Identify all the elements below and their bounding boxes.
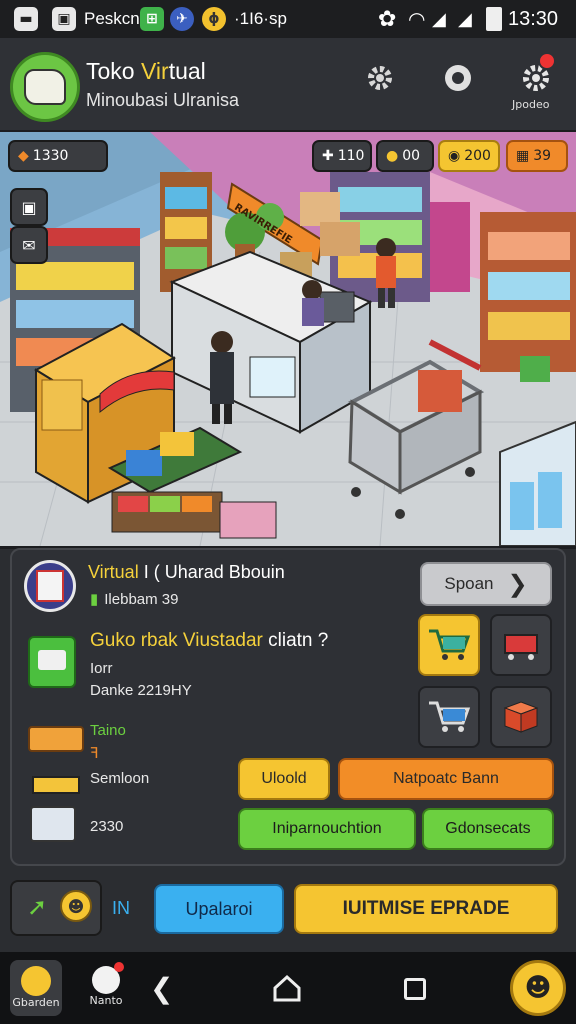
notes-tab[interactable]: Nanto	[84, 962, 128, 1018]
notification-badge	[538, 52, 556, 70]
resource-pill-coin[interactable]: ● 00	[376, 140, 434, 172]
signal-icon: ◢	[432, 8, 446, 30]
status-app-label: Peskcn	[84, 9, 140, 28]
bar-icon	[32, 776, 80, 794]
resource-value: 200	[464, 148, 491, 164]
feature-title: Guko rbak Viustadar cliatn ?	[90, 630, 329, 651]
blue-cart-icon	[429, 701, 471, 732]
settings-label: Jpodeo	[512, 98, 550, 111]
cart-tile-yellow[interactable]	[418, 614, 480, 676]
resource-pill-crate[interactable]: ▦ 39	[506, 140, 568, 172]
crate-tile[interactable]	[490, 686, 552, 748]
camera-button[interactable]: ▣	[10, 188, 48, 226]
plane-icon: ✈	[170, 6, 194, 32]
status-extra-text: ·1I6·sp	[234, 9, 287, 28]
mascot-icon[interactable]: ☻	[510, 960, 566, 1016]
gallery-icon: ▣	[52, 6, 76, 32]
face-icon[interactable]: ☻	[60, 890, 92, 922]
back-icon[interactable]: ❮	[150, 972, 173, 1005]
resource-value: 39	[533, 148, 552, 164]
feature-line2: Danke 2219HY	[90, 682, 192, 699]
app-subtitle: Minoubasi Ulranisa	[86, 90, 240, 110]
crate-icon: ▦	[516, 148, 530, 164]
mail-button[interactable]: ✉	[10, 226, 48, 264]
app-header: Toko Virtual Minoubasi Ulranisa	[0, 38, 576, 132]
store-logo[interactable]	[10, 52, 80, 122]
wifi-icon: ◠	[408, 7, 426, 31]
dice-icon: ◆	[18, 148, 29, 164]
box-icon	[30, 806, 76, 842]
resource-pill-dice[interactable]: ◆ 1330	[8, 140, 108, 172]
store-avatar	[24, 560, 76, 612]
tray-icon	[28, 712, 84, 754]
chevron-right-icon: ❯	[507, 570, 528, 598]
upgrade-small-button[interactable]: Upalaroi	[154, 884, 284, 934]
store-panel: Virtual I ( Uharad Bbouin ▮ Ilebbam 39 S…	[10, 548, 566, 866]
action-bar: ➚ ☻ IN Upalaroi IUITMISE EPRADE	[10, 880, 566, 940]
nav-bar: Gbarden Nanto ❮ ☻	[0, 952, 576, 1024]
status-bar: ▬ ▣ Peskcn ⊞ ✈ ɸ ·1I6·sp ✿ ◠ ◢ ◢ 13:30	[0, 0, 576, 38]
camera-icon: ▣	[21, 197, 37, 217]
record-icon[interactable]	[438, 58, 478, 98]
signal2-icon: ◢	[458, 8, 472, 30]
resource-value: 1330	[32, 148, 69, 164]
mail-icon: ✉	[22, 235, 36, 255]
gear-icon[interactable]	[360, 58, 400, 98]
notes-icon	[92, 962, 124, 994]
garden-tab-label: Gbarden	[12, 996, 60, 1009]
feature-line1: Iorr	[90, 660, 113, 677]
chicken-icon	[21, 966, 51, 996]
spin-button[interactable]: Spoan ❯	[420, 562, 552, 606]
home-icon[interactable]	[272, 974, 302, 1006]
item-label: Taino	[90, 722, 126, 739]
battery-icon	[486, 6, 502, 32]
in-label: IN	[112, 898, 130, 918]
sword-icon: ✚	[322, 148, 334, 164]
notes-tab-label: Nanto	[89, 994, 123, 1007]
alarm-icon: ✿	[378, 6, 397, 32]
status-time: 13:30	[508, 7, 559, 30]
cart-tile-red[interactable]	[490, 614, 552, 676]
resource-pill-gold[interactable]: ◉ 200	[438, 140, 500, 172]
resource-pill-sword[interactable]: ✚ 110	[312, 140, 372, 172]
item2-label: Semloon	[90, 770, 150, 787]
crate-icon	[503, 701, 539, 733]
resource-value: 110	[337, 148, 365, 164]
item-sub: ꟻ	[90, 745, 99, 762]
message-icon: ▬	[14, 6, 38, 32]
item3-value: 2330	[90, 818, 124, 835]
app-title: Toko Virtual	[86, 58, 206, 84]
game-icon: ⊞	[140, 6, 164, 32]
gold-coin-icon: ◉	[448, 148, 461, 164]
coin-icon: ●	[386, 148, 399, 164]
market-button[interactable]: Natpoatc Bann	[338, 758, 554, 800]
ticket-icon: ▮	[90, 591, 99, 608]
resource-value: 00	[402, 148, 421, 164]
cart-tile-blue[interactable]	[418, 686, 480, 748]
shopping-cart-icon	[429, 629, 471, 660]
store-sub: ▮ Ilebbam 39	[90, 590, 179, 609]
ring-icon: ɸ	[202, 6, 226, 32]
garden-tab[interactable]: Gbarden	[10, 960, 62, 1016]
store-name: Virtual I ( Uharad Bbouin	[88, 562, 285, 582]
build-button[interactable]: Uloold	[238, 758, 330, 800]
upgrade-big-button[interactable]: IUITMISE EPRADE	[294, 884, 558, 934]
info-button[interactable]: Iniparnouchtion	[238, 808, 416, 850]
rocket-icon[interactable]: ➚	[22, 892, 52, 922]
connect-button[interactable]: Gdonsecats	[422, 808, 554, 850]
recents-icon[interactable]	[404, 978, 426, 1000]
store-scene[interactable]: ◆ 1330 ✚ 110 ● 00 ◉ 200 ▦ 39 ▣ ✉ RAVIRRE…	[0, 132, 576, 549]
red-cart-icon	[504, 634, 538, 660]
receipt-icon	[28, 636, 76, 688]
